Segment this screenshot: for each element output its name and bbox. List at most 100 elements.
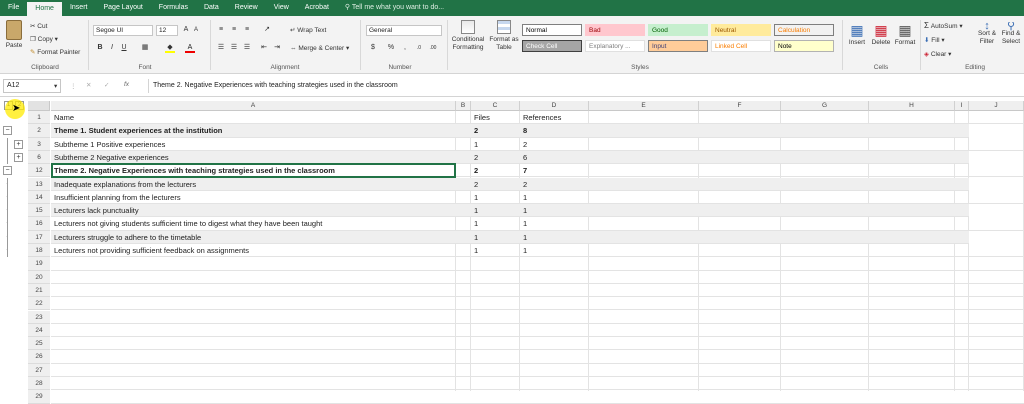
tab-page-layout[interactable]: Page Layout bbox=[95, 0, 150, 16]
cell-name[interactable]: Name bbox=[51, 111, 456, 124]
cell-name[interactable]: Theme 1. Student experiences at the inst… bbox=[51, 124, 456, 137]
formula-options-icon[interactable]: ⋮ bbox=[70, 82, 77, 90]
cell-name[interactable]: Subtheme 2 Negative experiences bbox=[51, 151, 456, 164]
cell-files[interactable] bbox=[471, 364, 520, 377]
cell-references[interactable]: 1 bbox=[520, 244, 589, 257]
cell-files[interactable]: 1 bbox=[471, 231, 520, 244]
percent-icon[interactable]: % bbox=[386, 43, 396, 53]
select-all-button[interactable] bbox=[28, 101, 50, 111]
cell-references[interactable] bbox=[520, 390, 589, 403]
row-header[interactable]: 28 bbox=[28, 377, 50, 391]
cell-name[interactable] bbox=[51, 364, 456, 377]
cell-name[interactable] bbox=[51, 284, 456, 297]
cell-files[interactable]: 2 bbox=[471, 124, 520, 137]
cancel-icon[interactable]: ✕ bbox=[86, 81, 91, 89]
column-header-j[interactable]: J bbox=[969, 101, 1024, 111]
row-header[interactable]: 14 bbox=[28, 190, 50, 205]
cell-name[interactable]: Subtheme 1 Positive experiences bbox=[51, 138, 456, 151]
align-top-icon[interactable]: ≡ bbox=[216, 25, 226, 35]
format-painter-button[interactable]: ✎ Format Painter bbox=[30, 48, 80, 56]
cell-files[interactable]: 1 bbox=[471, 244, 520, 257]
cell-files[interactable]: 2 bbox=[471, 151, 520, 164]
font-name-dropdown[interactable]: Segoe UI bbox=[93, 25, 153, 36]
cell-references[interactable]: 7 bbox=[520, 164, 589, 177]
format-cells-button[interactable]: ▦ Format bbox=[894, 22, 916, 46]
tab-formulas[interactable]: Formulas bbox=[151, 0, 196, 16]
paste-button[interactable]: Paste bbox=[4, 20, 24, 49]
collapse-group-button[interactable]: − bbox=[3, 166, 12, 176]
fill-button[interactable]: ⬇ Fill ▾ bbox=[924, 36, 945, 44]
cell-files[interactable] bbox=[471, 350, 520, 363]
cell-references[interactable] bbox=[520, 364, 589, 377]
row-header[interactable]: 12 bbox=[28, 164, 50, 178]
font-color-icon[interactable]: A bbox=[185, 43, 195, 53]
cell-name[interactable] bbox=[51, 257, 456, 270]
cell-files[interactable] bbox=[471, 271, 520, 284]
row-header[interactable]: 6 bbox=[28, 150, 50, 165]
cell-name[interactable]: Lecturers not giving students sufficient… bbox=[51, 217, 456, 230]
borders-icon[interactable]: ▦ bbox=[140, 43, 150, 53]
column-header-b[interactable]: B bbox=[456, 101, 471, 111]
find-select-button[interactable]: ⚲ Find & Select bbox=[1000, 22, 1022, 46]
cell-name[interactable] bbox=[51, 390, 456, 403]
expand-group-button[interactable]: + bbox=[14, 152, 23, 162]
cell-name[interactable] bbox=[51, 297, 456, 310]
tab-data[interactable]: Data bbox=[196, 0, 227, 16]
row-header[interactable]: 23 bbox=[28, 310, 50, 324]
cell-files[interactable]: 2 bbox=[471, 178, 520, 191]
row-header[interactable]: 15 bbox=[28, 204, 50, 218]
cell-name[interactable]: Lecturers not providing sufficient feedb… bbox=[51, 244, 456, 257]
cell-files[interactable]: 2 bbox=[471, 164, 520, 177]
cell-references[interactable] bbox=[520, 337, 589, 350]
column-header-i[interactable]: I bbox=[955, 101, 969, 111]
column-header-a[interactable]: A bbox=[51, 101, 456, 111]
number-format-dropdown[interactable]: General bbox=[366, 25, 442, 36]
column-header-c[interactable]: C bbox=[471, 101, 520, 111]
name-box-dropdown-icon[interactable]: ▾ bbox=[54, 82, 57, 90]
merge-center-button[interactable]: ⇔ Merge & Center ▾ bbox=[290, 44, 349, 52]
conditional-formatting-button[interactable]: Conditional Formatting bbox=[450, 20, 486, 52]
align-bottom-icon[interactable]: ≡ bbox=[242, 25, 252, 35]
grow-font-button[interactable]: A bbox=[181, 25, 191, 35]
row-header[interactable]: 21 bbox=[28, 283, 50, 298]
orientation-icon[interactable]: ↗ bbox=[262, 25, 272, 35]
cell-files[interactable] bbox=[471, 311, 520, 324]
decrease-decimal-icon[interactable]: .00 bbox=[428, 43, 438, 53]
font-size-dropdown[interactable]: 12 bbox=[156, 25, 178, 36]
cell-style-neutral[interactable]: Neutral bbox=[711, 24, 771, 36]
row-header[interactable]: 17 bbox=[28, 230, 50, 244]
cell-name[interactable] bbox=[51, 311, 456, 324]
cell-style-bad[interactable]: Bad bbox=[585, 24, 645, 36]
enter-icon[interactable]: ✓ bbox=[104, 81, 109, 89]
row-header[interactable]: 16 bbox=[28, 217, 50, 231]
cell-name[interactable]: Lecturers struggle to adhere to the time… bbox=[51, 231, 456, 244]
increase-indent-icon[interactable]: ⇥ bbox=[272, 43, 282, 53]
cell-references[interactable]: 8 bbox=[520, 124, 589, 137]
tab-acrobat[interactable]: Acrobat bbox=[297, 0, 337, 16]
currency-icon[interactable]: $ bbox=[368, 43, 378, 53]
cell-name[interactable]: Insufficient planning from the lecturers bbox=[51, 191, 456, 204]
cell-name[interactable]: Lecturers lack punctuality bbox=[51, 204, 456, 217]
cell-references[interactable]: 1 bbox=[520, 217, 589, 230]
cell-references[interactable]: 1 bbox=[520, 204, 589, 217]
name-box[interactable]: A12 bbox=[3, 79, 61, 93]
decrease-indent-icon[interactable]: ⇤ bbox=[259, 43, 269, 53]
cell-name[interactable] bbox=[51, 337, 456, 350]
cell-style-note[interactable]: Note bbox=[774, 40, 834, 52]
cell-references[interactable]: References bbox=[520, 111, 589, 124]
cell-style-explanatory[interactable]: Explanatory ... bbox=[585, 40, 645, 52]
column-header-f[interactable]: F bbox=[699, 101, 781, 111]
cut-button[interactable]: ✂ Cut bbox=[30, 22, 47, 30]
row-header[interactable]: 19 bbox=[28, 257, 50, 271]
cell-files[interactable]: Files bbox=[471, 111, 520, 124]
cell-references[interactable] bbox=[520, 284, 589, 297]
copy-button[interactable]: ❐ Copy ▾ bbox=[30, 35, 58, 43]
cell-files[interactable]: 1 bbox=[471, 138, 520, 151]
align-left-icon[interactable]: ☰ bbox=[216, 43, 226, 53]
row-header[interactable]: 18 bbox=[28, 244, 50, 258]
italic-button[interactable]: I bbox=[107, 43, 117, 53]
row-header[interactable]: 25 bbox=[28, 337, 50, 351]
cell-references[interactable] bbox=[520, 297, 589, 310]
tell-me-box[interactable]: ⚲ Tell me what you want to do... bbox=[337, 0, 452, 16]
row-header[interactable]: 13 bbox=[28, 177, 50, 191]
